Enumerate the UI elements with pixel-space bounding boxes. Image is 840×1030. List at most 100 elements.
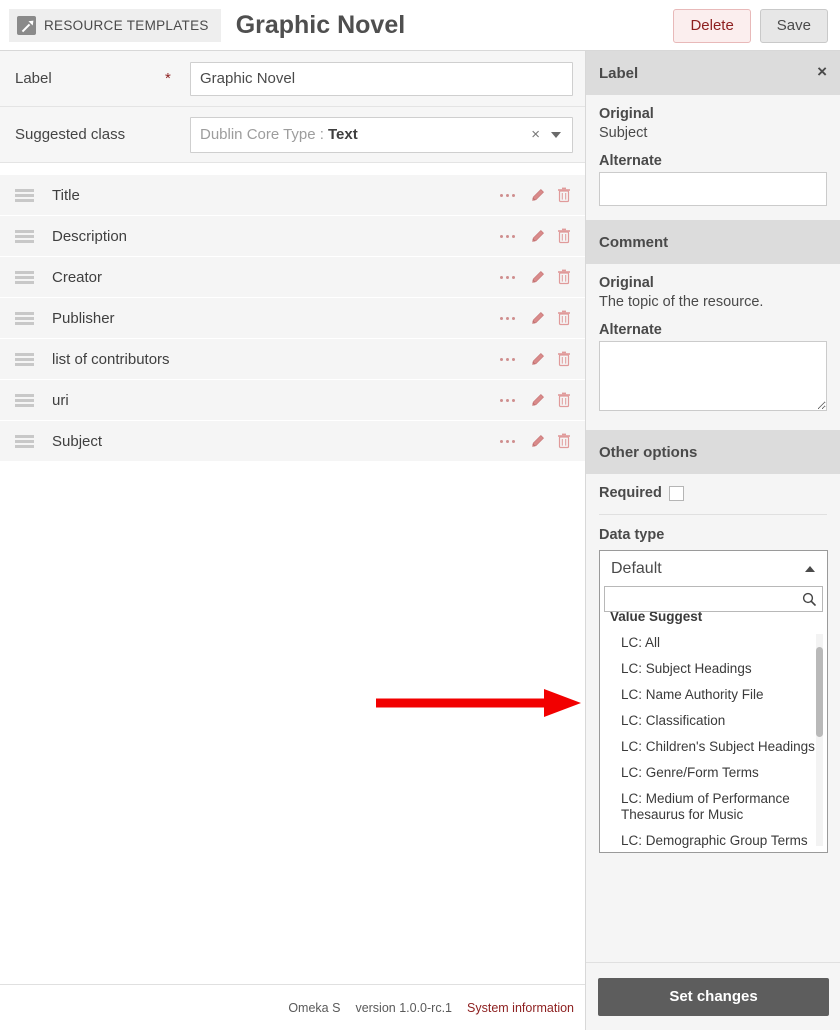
label-alternate-heading: Alternate	[599, 153, 662, 169]
data-type-option[interactable]: LC: Medium of Performance Thesaurus for …	[600, 786, 827, 828]
clear-icon[interactable]: ×	[531, 126, 540, 143]
delete-trash-icon[interactable]	[557, 310, 571, 326]
sidebar-comment-body: Original The topic of the resource. Alte…	[586, 264, 840, 430]
edit-pencil-icon[interactable]	[530, 393, 545, 408]
data-type-search-wrap	[604, 586, 823, 612]
app-window: RESOURCE TEMPLATES Graphic Novel Delete …	[0, 0, 840, 1030]
comment-alternate-textarea[interactable]	[599, 341, 827, 411]
data-type-selected-value[interactable]: Default	[600, 551, 827, 586]
dropdown-scroll-thumb[interactable]	[816, 647, 823, 737]
more-options-icon[interactable]	[498, 270, 518, 284]
header-actions: Delete Save	[673, 9, 828, 43]
suggested-class-control: Dublin Core Type : Text ×	[190, 116, 573, 153]
chevron-up-icon[interactable]	[805, 566, 815, 572]
data-type-option[interactable]: LC: Genre/Form Terms	[600, 760, 827, 786]
magnifier-icon	[802, 592, 816, 606]
edit-pencil-icon[interactable]	[530, 311, 545, 326]
set-changes-wrap: Set changes	[586, 962, 840, 1030]
sidebar-label-title: Label	[599, 64, 639, 82]
sidebar-comment-title: Comment	[599, 233, 669, 251]
property-actions	[498, 310, 571, 326]
more-options-icon[interactable]	[498, 311, 518, 325]
data-type-dropdown: Default Value Suggest LC: All LC: Subject …	[599, 550, 828, 853]
drag-handle-icon[interactable]	[15, 352, 34, 366]
data-type-option[interactable]: LC: Children's Subject Headings	[600, 734, 827, 760]
close-icon[interactable]: ×	[817, 63, 827, 81]
table-row: Description	[0, 216, 585, 257]
sidebar-label-body: Original Subject Alternate	[586, 95, 840, 220]
more-options-icon[interactable]	[498, 434, 518, 448]
delete-trash-icon[interactable]	[557, 351, 571, 367]
required-label: Required	[599, 485, 662, 501]
save-button[interactable]: Save	[759, 9, 828, 43]
delete-trash-icon[interactable]	[557, 187, 571, 203]
breadcrumb[interactable]: RESOURCE TEMPLATES	[9, 8, 221, 42]
more-options-icon[interactable]	[498, 393, 518, 407]
data-type-option[interactable]: LC: Demographic Group Terms	[600, 828, 827, 852]
comment-original-heading: Original	[599, 275, 654, 291]
table-row: uri	[0, 380, 585, 421]
set-changes-button[interactable]: Set changes	[598, 977, 829, 1016]
edit-pencil-icon[interactable]	[530, 229, 545, 244]
label-original-value: Subject	[599, 125, 648, 141]
required-marker: *	[165, 70, 171, 87]
drag-handle-icon[interactable]	[15, 188, 34, 202]
delete-trash-icon[interactable]	[557, 228, 571, 244]
data-type-label: Data type	[599, 527, 665, 543]
property-name: list of contributors	[52, 350, 170, 368]
data-type-option-list[interactable]: Value Suggest LC: All LC: Subject Headings…	[600, 612, 827, 852]
main-content: Label * Suggested class Dublin Core Type…	[0, 51, 585, 1030]
property-name: Title	[52, 186, 80, 204]
dropdown-scrollbar[interactable]	[816, 634, 823, 846]
drag-handle-icon[interactable]	[15, 393, 34, 407]
delete-trash-icon[interactable]	[557, 433, 571, 449]
edit-pencil-icon[interactable]	[530, 270, 545, 285]
edit-pencil-icon[interactable]	[530, 188, 545, 203]
property-actions	[498, 269, 571, 285]
edit-pencil-icon[interactable]	[530, 434, 545, 449]
property-list: Title Description Creator Publisher list of …	[0, 175, 585, 462]
suggested-class-row: Suggested class Dublin Core Type : Text …	[0, 107, 585, 163]
label-original-heading: Original	[599, 106, 654, 122]
sidebar-panel: Label × Original Subject Alternate Comme…	[585, 51, 840, 1030]
property-name: uri	[52, 391, 69, 409]
delete-trash-icon[interactable]	[557, 269, 571, 285]
data-type-option[interactable]: LC: Name Authority File	[600, 682, 827, 708]
suggested-class-value: Text	[327, 126, 358, 143]
label-field-control	[190, 61, 573, 96]
required-checkbox[interactable]	[668, 485, 684, 501]
sidebar-other-options-title: Other options	[599, 443, 698, 461]
more-options-icon[interactable]	[498, 352, 518, 366]
data-type-option[interactable]: LC: All	[600, 630, 827, 656]
drag-handle-icon[interactable]	[15, 270, 34, 284]
more-options-icon[interactable]	[498, 229, 518, 243]
label-alternate-input[interactable]	[599, 172, 827, 206]
label-input[interactable]	[190, 61, 573, 96]
footer-version: version 1.0.0-rc.1	[355, 1000, 453, 1015]
label-field-label: Label	[15, 70, 52, 87]
drag-handle-icon[interactable]	[15, 229, 34, 243]
delete-trash-icon[interactable]	[557, 392, 571, 408]
system-information-link[interactable]: System information	[467, 1001, 574, 1015]
data-type-option[interactable]: LC: Subject Headings	[600, 656, 827, 682]
suggested-class-label: Suggested class	[15, 126, 126, 143]
drag-handle-icon[interactable]	[15, 434, 34, 448]
suggested-class-select[interactable]: Dublin Core Type : Text ×	[190, 116, 573, 153]
page-footer: Omeka S version 1.0.0-rc.1 System inform…	[0, 984, 585, 1030]
more-options-icon[interactable]	[498, 188, 518, 202]
footer-app-name: Omeka S	[288, 1000, 341, 1015]
property-name: Subject	[52, 432, 103, 450]
delete-button[interactable]: Delete	[673, 9, 751, 43]
comment-alternate-heading: Alternate	[599, 322, 662, 338]
drag-handle-icon[interactable]	[15, 311, 34, 325]
comment-original-value: The topic of the resource.	[599, 294, 764, 310]
page-title: Graphic Novel	[235, 10, 406, 39]
property-name: Description	[52, 227, 128, 245]
edit-pencil-icon[interactable]	[530, 352, 545, 367]
chevron-down-icon[interactable]	[551, 131, 561, 138]
data-type-option[interactable]: LC: Classification	[600, 708, 827, 734]
property-name: Publisher	[52, 309, 115, 327]
data-type-search-input[interactable]	[605, 587, 822, 611]
property-actions	[498, 228, 571, 244]
sidebar-other-options-header: Other options	[586, 430, 840, 474]
